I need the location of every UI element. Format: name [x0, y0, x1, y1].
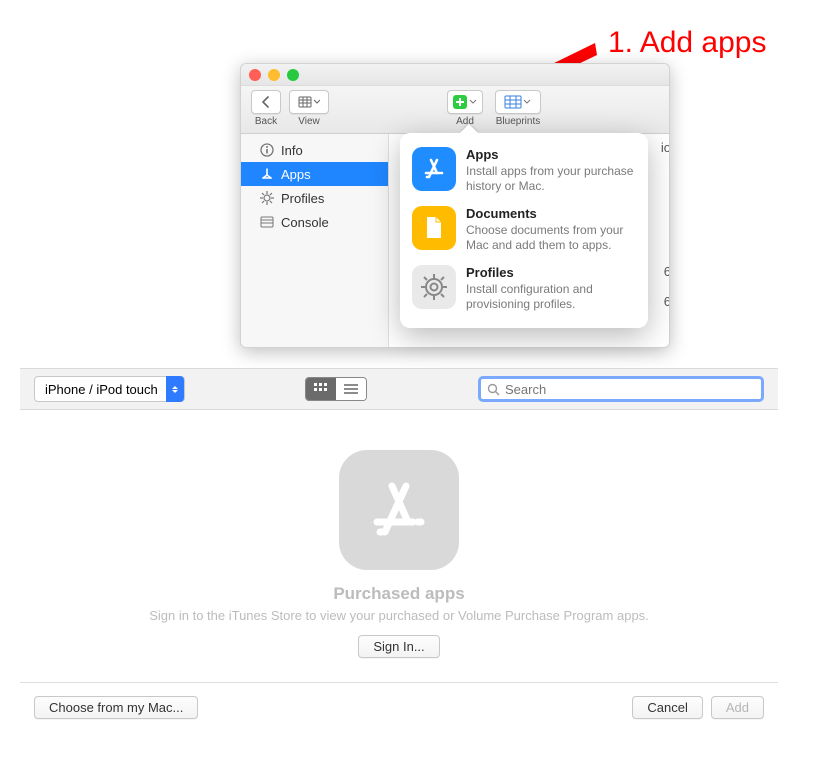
add-menu-item-profiles[interactable]: Profiles Install configuration and provi…	[410, 259, 638, 318]
info-icon	[259, 142, 275, 158]
bg-text: io	[661, 140, 670, 155]
titlebar	[241, 64, 669, 86]
blueprints-label: Blueprints	[496, 116, 540, 127]
zoom-icon[interactable]	[287, 69, 299, 81]
sidebar-item-label: Profiles	[281, 191, 324, 206]
profiles-gear-icon	[412, 265, 456, 309]
add-menu-item-documents[interactable]: Documents Choose documents from your Mac…	[410, 200, 638, 259]
minimize-icon[interactable]	[268, 69, 280, 81]
popover-title: Documents	[466, 206, 636, 221]
document-icon	[412, 206, 456, 250]
blueprints-button[interactable]	[495, 90, 541, 114]
plus-icon	[453, 95, 467, 109]
bg-text: 6	[664, 294, 670, 309]
add-menu-item-apps[interactable]: Apps Install apps from your purchase his…	[410, 141, 638, 200]
purchased-subhead: Sign in to the iTunes Store to view your…	[20, 608, 778, 623]
purchased-apps-panel: Purchased apps Sign in to the iTunes Sto…	[20, 410, 778, 756]
add-menu-popover: Apps Install apps from your purchase his…	[400, 133, 648, 328]
add-button[interactable]	[447, 90, 483, 114]
popover-desc: Choose documents from your Mac and add t…	[466, 223, 636, 253]
cancel-button[interactable]: Cancel	[632, 696, 702, 719]
chevron-updown-icon	[166, 376, 184, 402]
annotation-step1: 1. Add apps	[608, 26, 766, 60]
view-label: View	[298, 116, 320, 127]
device-selector[interactable]: iPhone / iPod touch	[34, 376, 185, 402]
appstore-large-icon	[339, 450, 459, 570]
apps-toolbar: iPhone / iPod touch	[20, 368, 778, 410]
popover-title: Profiles	[466, 265, 636, 280]
close-icon[interactable]	[249, 69, 261, 81]
sidebar-item-profiles[interactable]: Profiles	[241, 186, 388, 210]
bg-text: 6	[664, 264, 670, 279]
view-button[interactable]	[289, 90, 329, 114]
apps-icon	[259, 166, 275, 182]
console-icon	[259, 214, 275, 230]
appstore-icon	[412, 147, 456, 191]
purchased-heading: Purchased apps	[20, 584, 778, 604]
gear-icon	[259, 190, 275, 206]
back-label: Back	[255, 116, 277, 127]
search-field[interactable]	[478, 376, 764, 402]
sidebar-item-console[interactable]: Console	[241, 210, 388, 234]
signin-button[interactable]: Sign In...	[358, 635, 439, 658]
search-icon	[487, 383, 500, 396]
toolbar: Back View Add	[241, 86, 669, 134]
back-button[interactable]	[251, 90, 281, 114]
device-selector-label: iPhone / iPod touch	[45, 382, 158, 397]
list-view-icon[interactable]	[336, 378, 366, 400]
popover-desc: Install configuration and provisioning p…	[466, 282, 636, 312]
sidebar-item-label: Info	[281, 143, 303, 158]
choose-from-mac-button[interactable]: Choose from my Mac...	[34, 696, 198, 719]
sidebar: Info Apps Profiles Console	[241, 134, 389, 347]
popover-title: Apps	[466, 147, 636, 162]
grid-view-icon[interactable]	[306, 378, 336, 400]
search-input[interactable]	[505, 382, 755, 397]
view-mode-segmented[interactable]	[305, 377, 367, 401]
sidebar-item-label: Apps	[281, 167, 311, 182]
popover-desc: Install apps from your purchase history …	[466, 164, 636, 194]
sidebar-item-apps[interactable]: Apps	[241, 162, 388, 186]
sidebar-item-info[interactable]: Info	[241, 138, 388, 162]
sidebar-item-label: Console	[281, 215, 329, 230]
add-confirm-button[interactable]: Add	[711, 696, 764, 719]
footer-bar: Choose from my Mac... Cancel Add	[20, 683, 778, 731]
